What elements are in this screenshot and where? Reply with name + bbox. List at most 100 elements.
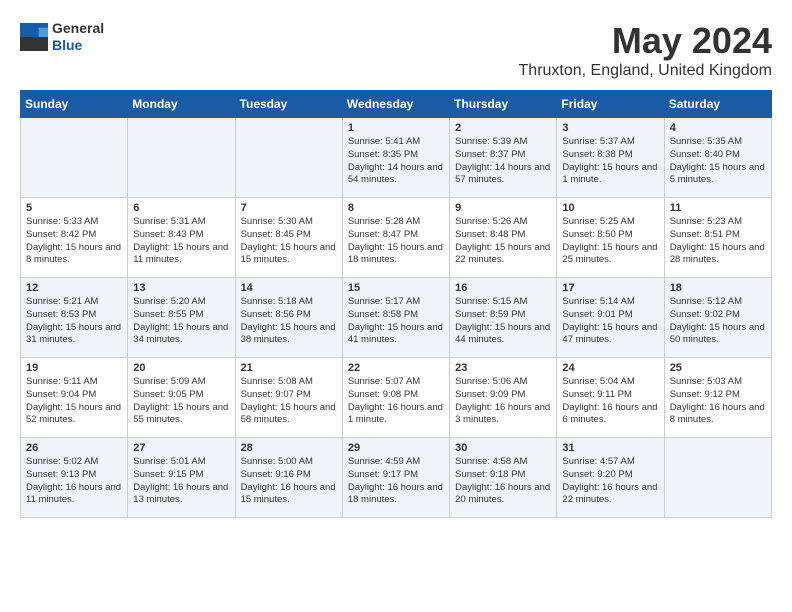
calendar-cell: 25 Sunrise: 5:03 AM Sunset: 9:12 PM Dayli… (664, 358, 771, 438)
cell-content: Sunrise: 5:00 AM Sunset: 9:16 PM Dayligh… (241, 456, 337, 507)
calendar-cell: 2 Sunrise: 5:39 AM Sunset: 8:37 PM Daylig… (450, 118, 557, 198)
logo-general: General (52, 20, 104, 37)
day-number: 25 (670, 362, 766, 374)
day-number: 14 (241, 282, 337, 294)
calendar-cell: 9 Sunrise: 5:26 AM Sunset: 8:48 PM Daylig… (450, 198, 557, 278)
cell-content: Sunrise: 5:31 AM Sunset: 8:43 PM Dayligh… (133, 216, 229, 267)
calendar-cell: 15 Sunrise: 5:17 AM Sunset: 8:58 PM Dayli… (342, 278, 449, 358)
calendar-cell: 20 Sunrise: 5:09 AM Sunset: 9:05 PM Dayli… (128, 358, 235, 438)
calendar-cell (128, 118, 235, 198)
day-header-tuesday: Tuesday (235, 91, 342, 118)
calendar-cell (235, 118, 342, 198)
day-number: 1 (348, 122, 444, 134)
cell-content: Sunrise: 5:07 AM Sunset: 9:08 PM Dayligh… (348, 376, 444, 427)
cell-content: Sunrise: 5:04 AM Sunset: 9:11 PM Dayligh… (562, 376, 658, 427)
cell-content: Sunrise: 5:41 AM Sunset: 8:35 PM Dayligh… (348, 136, 444, 187)
cell-content: Sunrise: 5:17 AM Sunset: 8:58 PM Dayligh… (348, 296, 444, 347)
calendar-cell: 1 Sunrise: 5:41 AM Sunset: 8:35 PM Daylig… (342, 118, 449, 198)
cell-content: Sunrise: 5:23 AM Sunset: 8:51 PM Dayligh… (670, 216, 766, 267)
day-number: 9 (455, 202, 551, 214)
month-title: May 2024 (519, 20, 772, 62)
cell-content: Sunrise: 5:25 AM Sunset: 8:50 PM Dayligh… (562, 216, 658, 267)
day-number: 28 (241, 442, 337, 454)
day-number: 17 (562, 282, 658, 294)
day-header-wednesday: Wednesday (342, 91, 449, 118)
calendar-week-row: 1 Sunrise: 5:41 AM Sunset: 8:35 PM Daylig… (21, 118, 772, 198)
day-number: 19 (26, 362, 122, 374)
cell-content: Sunrise: 5:39 AM Sunset: 8:37 PM Dayligh… (455, 136, 551, 187)
day-number: 18 (670, 282, 766, 294)
day-number: 8 (348, 202, 444, 214)
day-number: 11 (670, 202, 766, 214)
calendar-week-row: 5Sunrise: 5:33 AM Sunset: 8:42 PM Daylig… (21, 198, 772, 278)
cell-content: Sunrise: 5:14 AM Sunset: 9:01 PM Dayligh… (562, 296, 658, 347)
calendar-cell: 19 Sunrise: 5:11 AM Sunset: 9:04 PM Dayli… (21, 358, 128, 438)
calendar-cell: 3Sunrise: 5:37 AM Sunset: 8:38 PM Daylig… (557, 118, 664, 198)
calendar-cell: 24Sunrise: 5:04 AM Sunset: 9:11 PM Dayli… (557, 358, 664, 438)
calendar-header-row: SundayMondayTuesdayWednesdayThursdayFrid… (21, 91, 772, 118)
calendar-cell: 7 Sunrise: 5:30 AM Sunset: 8:45 PM Daylig… (235, 198, 342, 278)
calendar-cell: 26 Sunrise: 5:02 AM Sunset: 9:13 PM Dayli… (21, 438, 128, 518)
cell-content: Sunrise: 5:02 AM Sunset: 9:13 PM Dayligh… (26, 456, 122, 507)
cell-content: Sunrise: 5:26 AM Sunset: 8:48 PM Dayligh… (455, 216, 551, 267)
day-number: 22 (348, 362, 444, 374)
logo-text: General Blue (52, 20, 104, 54)
calendar-cell: 13 Sunrise: 5:20 AM Sunset: 8:55 PM Dayli… (128, 278, 235, 358)
logo: General Blue (20, 20, 104, 54)
calendar-cell: 27Sunrise: 5:01 AM Sunset: 9:15 PM Dayli… (128, 438, 235, 518)
day-number: 15 (348, 282, 444, 294)
day-header-thursday: Thursday (450, 91, 557, 118)
day-header-monday: Monday (128, 91, 235, 118)
cell-content: Sunrise: 5:20 AM Sunset: 8:55 PM Dayligh… (133, 296, 229, 347)
day-number: 16 (455, 282, 551, 294)
day-number: 31 (562, 442, 658, 454)
calendar-cell: 22 Sunrise: 5:07 AM Sunset: 9:08 PM Dayli… (342, 358, 449, 438)
day-number: 12 (26, 282, 122, 294)
day-number: 30 (455, 442, 551, 454)
day-number: 13 (133, 282, 229, 294)
day-number: 21 (241, 362, 337, 374)
cell-content: Sunrise: 5:01 AM Sunset: 9:15 PM Dayligh… (133, 456, 229, 507)
calendar-cell: 28 Sunrise: 5:00 AM Sunset: 9:16 PM Dayli… (235, 438, 342, 518)
cell-content: Sunrise: 5:08 AM Sunset: 9:07 PM Dayligh… (241, 376, 337, 427)
day-number: 10 (562, 202, 658, 214)
day-number: 20 (133, 362, 229, 374)
cell-content: Sunrise: 5:09 AM Sunset: 9:05 PM Dayligh… (133, 376, 229, 427)
cell-content: Sunrise: 5:33 AM Sunset: 8:42 PM Dayligh… (26, 216, 122, 267)
location: Thruxton, England, United Kingdom (519, 62, 772, 80)
day-number: 7 (241, 202, 337, 214)
day-number: 3 (562, 122, 658, 134)
calendar-cell: 8 Sunrise: 5:28 AM Sunset: 8:47 PM Daylig… (342, 198, 449, 278)
calendar-cell: 21 Sunrise: 5:08 AM Sunset: 9:07 PM Dayli… (235, 358, 342, 438)
day-header-sunday: Sunday (21, 91, 128, 118)
calendar-cell: 5Sunrise: 5:33 AM Sunset: 8:42 PM Daylig… (21, 198, 128, 278)
day-number: 2 (455, 122, 551, 134)
day-number: 26 (26, 442, 122, 454)
cell-content: Sunrise: 5:15 AM Sunset: 8:59 PM Dayligh… (455, 296, 551, 347)
day-header-friday: Friday (557, 91, 664, 118)
cell-content: Sunrise: 5:03 AM Sunset: 9:12 PM Dayligh… (670, 376, 766, 427)
calendar-cell (664, 438, 771, 518)
cell-content: Sunrise: 5:11 AM Sunset: 9:04 PM Dayligh… (26, 376, 122, 427)
calendar-cell: 4Sunrise: 5:35 AM Sunset: 8:40 PM Daylig… (664, 118, 771, 198)
cell-content: Sunrise: 5:35 AM Sunset: 8:40 PM Dayligh… (670, 136, 766, 187)
day-number: 29 (348, 442, 444, 454)
calendar-cell: 17 Sunrise: 5:14 AM Sunset: 9:01 PM Dayli… (557, 278, 664, 358)
calendar-week-row: 19 Sunrise: 5:11 AM Sunset: 9:04 PM Dayli… (21, 358, 772, 438)
title-block: May 2024 Thruxton, England, United Kingd… (519, 20, 772, 80)
calendar-week-row: 12Sunrise: 5:21 AM Sunset: 8:53 PM Dayli… (21, 278, 772, 358)
calendar-cell: 23Sunrise: 5:06 AM Sunset: 9:09 PM Dayli… (450, 358, 557, 438)
cell-content: Sunrise: 5:30 AM Sunset: 8:45 PM Dayligh… (241, 216, 337, 267)
cell-content: Sunrise: 4:58 AM Sunset: 9:18 PM Dayligh… (455, 456, 551, 507)
cell-content: Sunrise: 4:57 AM Sunset: 9:20 PM Dayligh… (562, 456, 658, 507)
day-number: 23 (455, 362, 551, 374)
calendar-table: SundayMondayTuesdayWednesdayThursdayFrid… (20, 90, 772, 518)
calendar-cell: 18 Sunrise: 5:12 AM Sunset: 9:02 PM Dayli… (664, 278, 771, 358)
cell-content: Sunrise: 4:59 AM Sunset: 9:17 PM Dayligh… (348, 456, 444, 507)
calendar-cell: 16 Sunrise: 5:15 AM Sunset: 8:59 PM Dayli… (450, 278, 557, 358)
cell-content: Sunrise: 5:28 AM Sunset: 8:47 PM Dayligh… (348, 216, 444, 267)
cell-content: Sunrise: 5:12 AM Sunset: 9:02 PM Dayligh… (670, 296, 766, 347)
calendar-cell: 6Sunrise: 5:31 AM Sunset: 8:43 PM Daylig… (128, 198, 235, 278)
calendar-cell: 12Sunrise: 5:21 AM Sunset: 8:53 PM Dayli… (21, 278, 128, 358)
calendar-cell: 31 Sunrise: 4:57 AM Sunset: 9:20 PM Dayli… (557, 438, 664, 518)
